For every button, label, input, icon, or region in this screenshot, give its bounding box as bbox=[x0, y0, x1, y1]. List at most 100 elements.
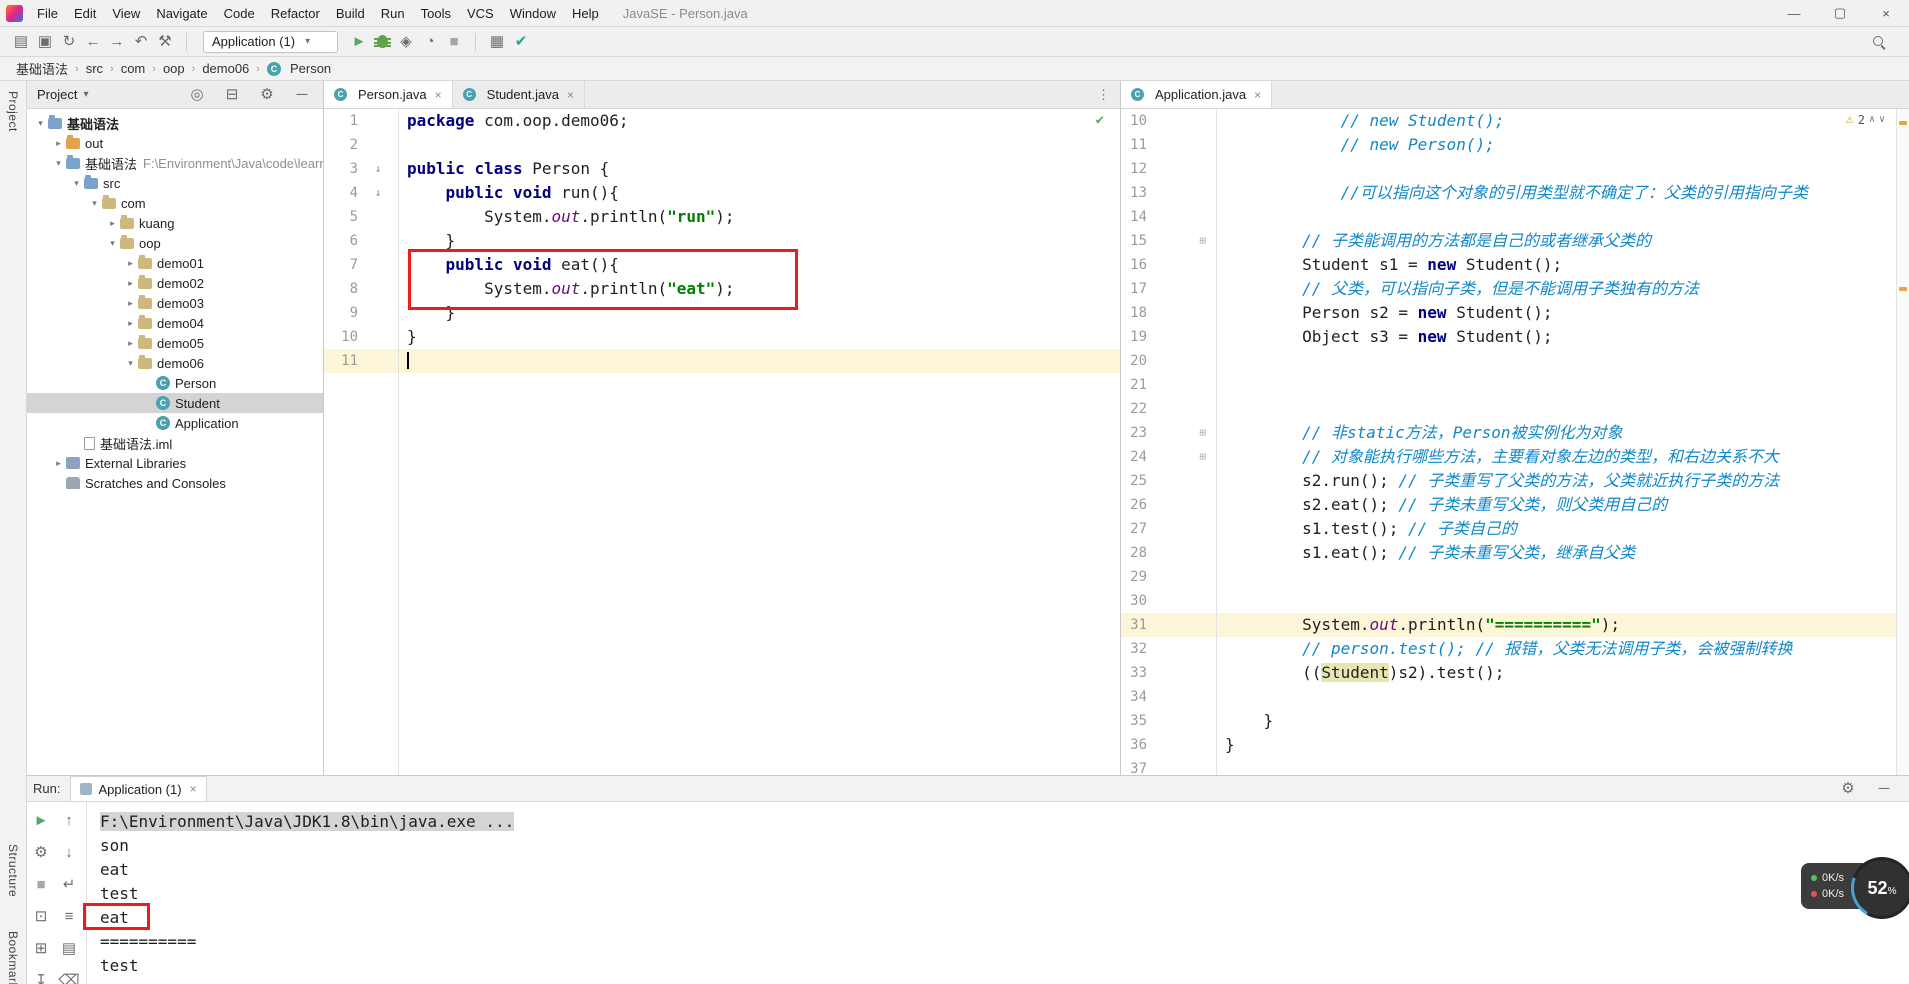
close-icon[interactable]: × bbox=[1254, 88, 1261, 102]
tree-expand-icon[interactable]: ▾ bbox=[33, 118, 48, 129]
tree-item-7[interactable]: ▸ demo01 bbox=[27, 253, 323, 273]
settings-icon[interactable]: ⚙ bbox=[30, 842, 52, 864]
fold-marker-icon[interactable]: ⊞ bbox=[1147, 229, 1216, 253]
save-icon[interactable]: ▣ bbox=[34, 31, 56, 53]
forward-icon[interactable]: → bbox=[106, 31, 128, 53]
tree-collapse-icon[interactable]: ▸ bbox=[123, 258, 138, 269]
softwrap-icon[interactable]: ≡ bbox=[58, 906, 80, 928]
menu-file[interactable]: File bbox=[29, 6, 66, 21]
run-icon[interactable]: ► bbox=[348, 31, 370, 53]
menu-help[interactable]: Help bbox=[564, 6, 607, 21]
tree-item-9[interactable]: ▸ demo03 bbox=[27, 293, 323, 313]
ret-icon[interactable]: ↵ bbox=[58, 874, 80, 896]
tree-item-10[interactable]: ▸ demo04 bbox=[27, 313, 323, 333]
inspection-ok-icon[interactable]: ✔ bbox=[1096, 112, 1104, 128]
menu-tools[interactable]: Tools bbox=[413, 6, 459, 21]
toolwindow-button-bookmarks[interactable]: Bookmarks bbox=[6, 931, 20, 984]
tree-expand-icon[interactable]: ▾ bbox=[105, 238, 120, 249]
build-icon[interactable]: ⚒ bbox=[154, 31, 176, 53]
tree-item-2[interactable]: ▾ 基础语法 F:\Environment\Java\code\learni bbox=[27, 153, 323, 173]
tab-options-icon[interactable]: ⋮ bbox=[1087, 81, 1120, 108]
sync-icon[interactable]: ↻ bbox=[58, 31, 80, 53]
editor-left-code[interactable]: ✔ 1 package com.oop.demo06; 2 3 ↓ public clas… bbox=[324, 109, 1120, 775]
camera-icon[interactable]: ⊡ bbox=[30, 906, 52, 928]
breadcrumb-item-3[interactable]: oop bbox=[161, 61, 187, 76]
next-warning-icon[interactable]: ∨ bbox=[1879, 114, 1885, 125]
menu-run[interactable]: Run bbox=[373, 6, 413, 21]
back-icon[interactable]: ← bbox=[82, 31, 104, 53]
breadcrumb-item-1[interactable]: src bbox=[84, 61, 105, 76]
layers-icon[interactable]: ⊞ bbox=[30, 938, 52, 960]
gear-icon[interactable]: ⚙ bbox=[256, 84, 278, 106]
close-button[interactable]: × bbox=[1863, 0, 1909, 26]
tree-collapse-icon[interactable]: ▸ bbox=[123, 298, 138, 309]
gear-icon[interactable]: ⚙ bbox=[1837, 778, 1859, 800]
toolwindow-button-structure[interactable]: Structure bbox=[6, 844, 20, 897]
tree-item-13[interactable]: C Person bbox=[27, 373, 323, 393]
tree-expand-icon[interactable]: ▾ bbox=[123, 358, 138, 369]
undo-icon[interactable]: ↶ bbox=[130, 31, 152, 53]
toolwindow-button-project[interactable]: Project bbox=[6, 91, 20, 132]
tree-collapse-icon[interactable]: ▸ bbox=[51, 138, 66, 149]
search-icon[interactable] bbox=[1872, 35, 1885, 48]
console-output[interactable]: F:\Environment\Java\JDK1.8\bin\java.exe … bbox=[83, 802, 1909, 984]
fold-marker-icon[interactable]: ⊞ bbox=[1147, 445, 1216, 469]
tab-student-java[interactable]: C Student.java × bbox=[453, 81, 585, 108]
error-stripe-scrollbar[interactable] bbox=[1896, 109, 1909, 775]
stop-icon[interactable]: ■ bbox=[30, 874, 52, 896]
overridden-marker-icon[interactable]: ↓ bbox=[358, 181, 398, 205]
tree-item-11[interactable]: ▸ demo05 bbox=[27, 333, 323, 353]
print-icon[interactable]: ▤ bbox=[58, 938, 80, 960]
check-icon[interactable]: ✔ bbox=[510, 31, 532, 53]
tree-item-0[interactable]: ▾ 基础语法 bbox=[27, 113, 323, 133]
close-icon[interactable]: × bbox=[567, 88, 574, 102]
tree-item-4[interactable]: ▾ com bbox=[27, 193, 323, 213]
warning-tick[interactable] bbox=[1899, 287, 1907, 291]
debug-icon[interactable] bbox=[374, 35, 391, 48]
tab-person-java[interactable]: C Person.java × bbox=[324, 81, 453, 108]
grid-icon[interactable]: ▦ bbox=[486, 31, 508, 53]
target-icon[interactable]: ◎ bbox=[186, 84, 208, 106]
menu-build[interactable]: Build bbox=[328, 6, 373, 21]
tree-collapse-icon[interactable]: ▸ bbox=[51, 458, 66, 469]
tree-item-18[interactable]: Scratches and Consoles bbox=[27, 473, 323, 493]
collapse-icon[interactable]: ⊟ bbox=[221, 84, 243, 106]
profiler-icon[interactable]: ◔ bbox=[419, 31, 441, 53]
fold-marker-icon[interactable]: ⊞ bbox=[1147, 421, 1216, 445]
project-panel-title[interactable]: Project bbox=[37, 87, 77, 102]
menu-window[interactable]: Window bbox=[502, 6, 564, 21]
tree-expand-icon[interactable]: ▾ bbox=[69, 178, 84, 189]
coverage-icon[interactable]: ◈ bbox=[395, 31, 417, 53]
tree-item-3[interactable]: ▾ src bbox=[27, 173, 323, 193]
menu-vcs[interactable]: VCS bbox=[459, 6, 502, 21]
tree-item-8[interactable]: ▸ demo02 bbox=[27, 273, 323, 293]
tree-collapse-icon[interactable]: ▸ bbox=[123, 318, 138, 329]
overridden-marker-icon[interactable]: ↓ bbox=[358, 157, 398, 181]
inspection-widget[interactable]: ⚠ 2 ∧ ∨ bbox=[1846, 112, 1885, 127]
run-tab[interactable]: Application (1) × bbox=[70, 776, 207, 801]
warning-tick[interactable] bbox=[1899, 121, 1907, 125]
menu-navigate[interactable]: Navigate bbox=[148, 6, 215, 21]
tree-item-17[interactable]: ▸ External Libraries bbox=[27, 453, 323, 473]
up-icon[interactable]: ↑ bbox=[58, 810, 80, 832]
tree-item-6[interactable]: ▾ oop bbox=[27, 233, 323, 253]
breadcrumb-item-4[interactable]: demo06 bbox=[200, 61, 251, 76]
tree-item-14[interactable]: C Student bbox=[27, 393, 323, 413]
tree-expand-icon[interactable]: ▾ bbox=[87, 198, 102, 209]
menu-view[interactable]: View bbox=[104, 6, 148, 21]
downlist-icon[interactable]: ↧ bbox=[30, 970, 52, 984]
hide-icon[interactable]: ─ bbox=[291, 84, 313, 106]
menu-edit[interactable]: Edit bbox=[66, 6, 104, 21]
editor-right-code[interactable]: ⚠ 2 ∧ ∨ 10 // new Student(); 11 // new Pe… bbox=[1121, 109, 1909, 775]
maximize-button[interactable]: ▢ bbox=[1817, 0, 1863, 26]
breadcrumb-item-2[interactable]: com bbox=[119, 61, 148, 76]
clear-icon[interactable]: ⌫ bbox=[58, 970, 80, 984]
tree-collapse-icon[interactable]: ▸ bbox=[123, 278, 138, 289]
breadcrumb-item-5[interactable]: C Person bbox=[265, 61, 333, 76]
menu-code[interactable]: Code bbox=[216, 6, 263, 21]
hide-icon[interactable]: ─ bbox=[1873, 778, 1895, 800]
tab-application-java[interactable]: C Application.java × bbox=[1121, 81, 1273, 108]
stop-icon[interactable]: ■ bbox=[443, 31, 465, 53]
down-icon[interactable]: ↓ bbox=[58, 842, 80, 864]
menu-refactor[interactable]: Refactor bbox=[263, 6, 328, 21]
